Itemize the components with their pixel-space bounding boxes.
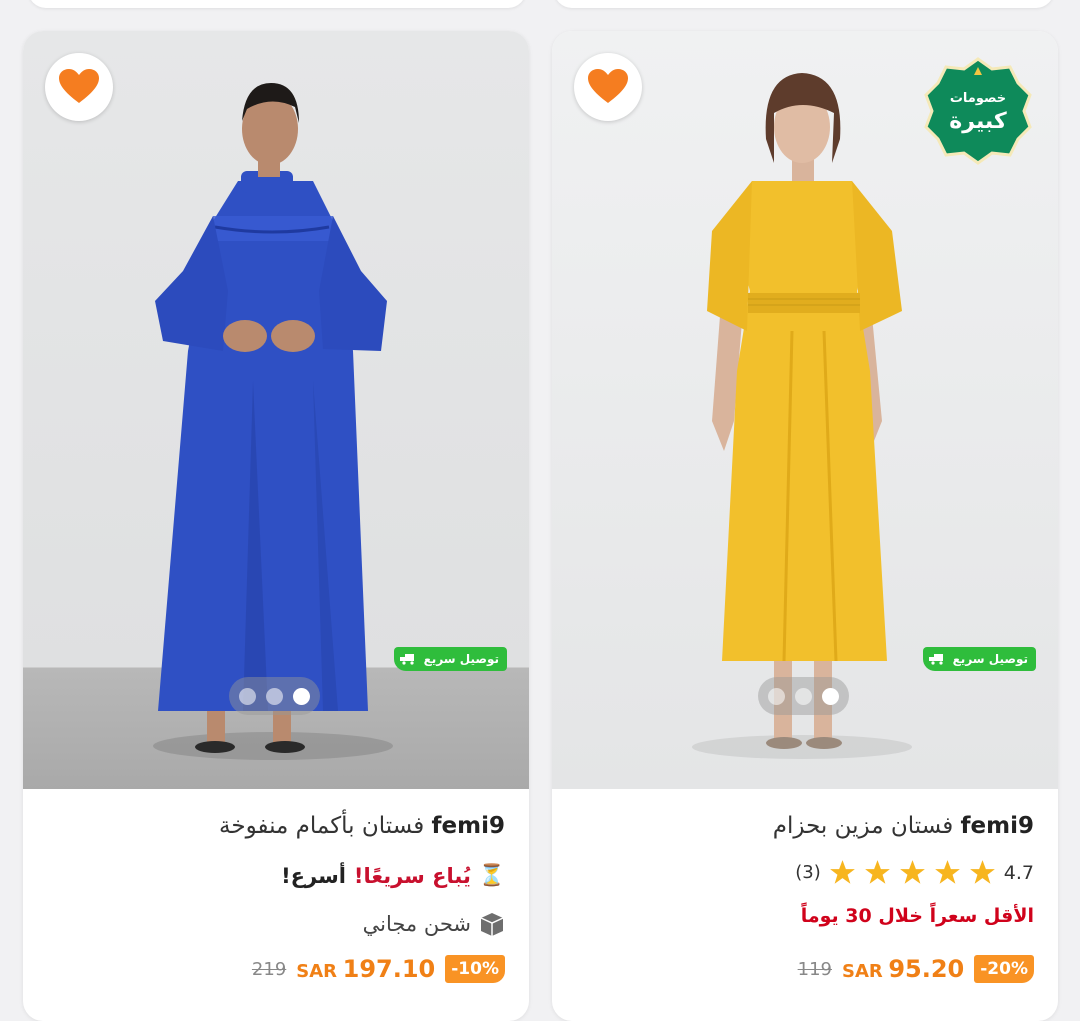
heart-icon [588,69,628,103]
favorite-button[interactable] [45,53,113,121]
fast-delivery-badge: توصيل سريع [393,647,507,671]
image-carousel-dots[interactable] [758,677,849,715]
currency: SAR [841,961,883,982]
current-price: SAR 197.10 [296,955,435,983]
brand-name: femi9 [960,813,1034,839]
star-icon [969,860,995,884]
fast-delivery-label: توصيل سريع [952,652,1028,666]
shipping-text: شحن مجاني [362,912,471,936]
price-row: 119 SAR 95.20 -20% [798,955,1034,983]
truck-icon [399,654,414,665]
old-price: 219 [251,958,287,980]
carousel-dot[interactable] [768,687,785,705]
product-photo-blue-dress [153,83,393,760]
discount-badge: -20% [974,955,1034,983]
product-info[interactable]: femi9 فستان بأكمام منفوخة ⏳ يُباع سريعًا… [23,789,529,1021]
previous-row-card-right [554,0,1054,8]
carousel-dot[interactable] [266,687,283,705]
product-title[interactable]: femi9 فستان بأكمام منفوخة [219,813,505,839]
product-image[interactable]: خصومات كبيرة توصيل سريع [552,31,1058,789]
product-card-puff-sleeve-dress[interactable]: توصيل سريع femi9 فستان بأكمام منفوخة ⏳ ي… [23,31,529,1021]
carousel-dot-active[interactable] [293,687,310,705]
fast-delivery-label: توصيل سريع [423,652,499,666]
price-amount: 95.20 [888,955,965,983]
old-price: 119 [797,958,832,980]
price-amount: 197.10 [342,955,436,983]
price-row: 219 SAR 197.10 -10% [252,955,505,983]
image-carousel-dots[interactable] [229,677,320,715]
carousel-dot-active[interactable] [822,687,839,705]
currency: SAR [296,961,338,982]
box-icon [480,913,504,936]
fast-delivery-badge: توصيل سريع [922,647,1036,671]
lowest-price-label: الأقل سعراً خلال 30 يوماً [800,905,1034,927]
big-sale-badge: خصومات كبيرة [924,57,1032,165]
star-icon [829,860,855,884]
rating-value: 4.7 [1003,861,1034,884]
favorite-button[interactable] [574,53,642,121]
star-icon [864,860,890,884]
truck-icon [928,654,943,665]
rating-count: (3) [795,862,821,883]
discount-badge: -10% [445,955,505,983]
carousel-dot[interactable] [239,687,256,705]
product-name: فستان بأكمام منفوخة [219,813,425,839]
current-price: SAR 95.20 [842,955,964,983]
badge-line1: خصومات [949,91,1007,106]
heart-icon [59,69,99,103]
selling-fast-row: ⏳ يُباع سريعًا! أسرع! [281,863,505,888]
carousel-dot[interactable] [795,687,812,705]
product-title[interactable]: femi9 فستان مزين بحزام [773,813,1034,839]
hourglass-icon: ⏳ [478,863,505,887]
product-image[interactable]: توصيل سريع [23,31,529,789]
star-icon [934,860,960,884]
star-icon [899,860,925,884]
product-name: فستان مزين بحزام [772,813,954,839]
product-info[interactable]: femi9 فستان مزين بحزام (3) 4.7 الأقل سعر… [552,789,1058,1021]
rating-row: (3) 4.7 [795,859,1034,886]
previous-row-card-left [28,0,526,8]
brand-name: femi9 [431,813,505,839]
selling-fast-text: يُباع سريعًا! [353,863,471,888]
badge-line2: كبيرة [949,109,1007,134]
product-card-belted-dress[interactable]: خصومات كبيرة توصيل سريع femi9 فستان مزين… [552,31,1058,1021]
shipping-row: شحن مجاني [363,911,505,937]
hurry-text: أسرع! [281,863,346,888]
